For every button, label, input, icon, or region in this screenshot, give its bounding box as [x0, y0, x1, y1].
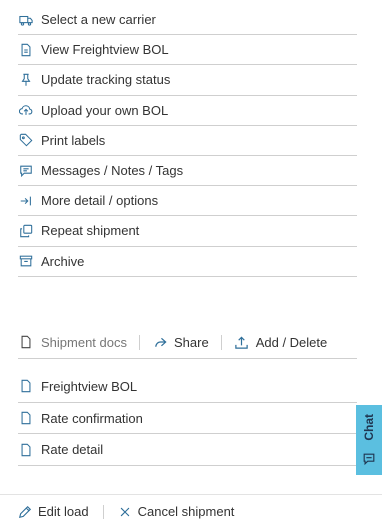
action-messages[interactable]: Messages / Notes / Tags [18, 156, 357, 187]
pin-icon [18, 72, 34, 88]
cloud-upload-icon [18, 102, 34, 118]
footer-actions: Edit load Cancel shipment [0, 494, 382, 528]
action-label: Print labels [41, 132, 106, 148]
chat-label: Chat [362, 413, 376, 441]
document-icon [18, 378, 34, 394]
upload-icon [234, 334, 250, 350]
action-view-bol[interactable]: View Freightview BOL [18, 35, 357, 66]
action-label: Select a new carrier [41, 12, 156, 28]
copy-icon [18, 223, 34, 239]
action-print-labels[interactable]: Print labels [18, 126, 357, 156]
doc-list: Freightview BOL Rate confirmation Rate d… [18, 371, 357, 467]
document-icon [18, 334, 34, 350]
action-archive[interactable]: Archive [18, 247, 357, 277]
doc-label: Freightview BOL [41, 378, 138, 394]
tag-icon [18, 132, 34, 148]
add-delete-button[interactable]: Add / Delete [234, 334, 328, 350]
edit-load-button[interactable]: Edit load [18, 504, 89, 519]
archive-icon [18, 253, 34, 269]
add-delete-label: Add / Delete [255, 334, 328, 350]
arrow-right-to-line-icon [18, 193, 34, 209]
action-label: Archive [41, 253, 85, 269]
divider [139, 334, 140, 350]
action-label: Messages / Notes / Tags [41, 163, 184, 179]
action-update-tracking[interactable]: Update tracking status [18, 65, 357, 96]
doc-freightview-bol[interactable]: Freightview BOL [18, 371, 357, 403]
divider [102, 504, 104, 519]
action-label: Repeat shipment [41, 223, 140, 239]
document-icon [18, 410, 34, 426]
share-icon [152, 334, 168, 350]
shipment-docs-title: Shipment docs [18, 334, 127, 350]
close-icon [118, 505, 132, 519]
doc-label: Rate confirmation [41, 410, 143, 426]
action-label: View Freightview BOL [41, 42, 169, 58]
pencil-icon [18, 505, 32, 519]
document-icon [18, 42, 34, 58]
share-button[interactable]: Share [152, 334, 209, 350]
action-more-detail[interactable]: More detail / options [18, 186, 357, 217]
chat-tab-button[interactable]: Chat [356, 405, 382, 475]
action-list: Select a new carrier View Freightview BO… [18, 5, 357, 277]
truck-icon [18, 12, 34, 28]
divider [220, 334, 222, 350]
doc-label: Rate detail [41, 442, 104, 458]
share-label: Share [174, 334, 209, 350]
doc-rate-confirmation[interactable]: Rate confirmation [18, 403, 357, 435]
doc-rate-detail[interactable]: Rate detail [18, 434, 357, 467]
action-label: Update tracking status [41, 72, 171, 88]
docs-title-label: Shipment docs [41, 334, 127, 350]
action-label: Upload your own BOL [41, 102, 169, 118]
document-icon [18, 442, 34, 458]
chat-icon [362, 446, 376, 466]
shipment-actions-panel: Select a new carrier View Freightview BO… [0, 0, 382, 528]
cancel-shipment-label: Cancel shipment [137, 504, 235, 519]
shipment-docs-header: Shipment docs Share Add / Delete [18, 326, 357, 359]
action-upload-bol[interactable]: Upload your own BOL [18, 96, 357, 126]
edit-load-label: Edit load [38, 504, 89, 519]
action-repeat-shipment[interactable]: Repeat shipment [18, 216, 357, 247]
action-select-carrier[interactable]: Select a new carrier [18, 5, 357, 36]
message-icon [18, 163, 34, 179]
cancel-shipment-button[interactable]: Cancel shipment [118, 504, 235, 519]
action-label: More detail / options [41, 193, 159, 209]
